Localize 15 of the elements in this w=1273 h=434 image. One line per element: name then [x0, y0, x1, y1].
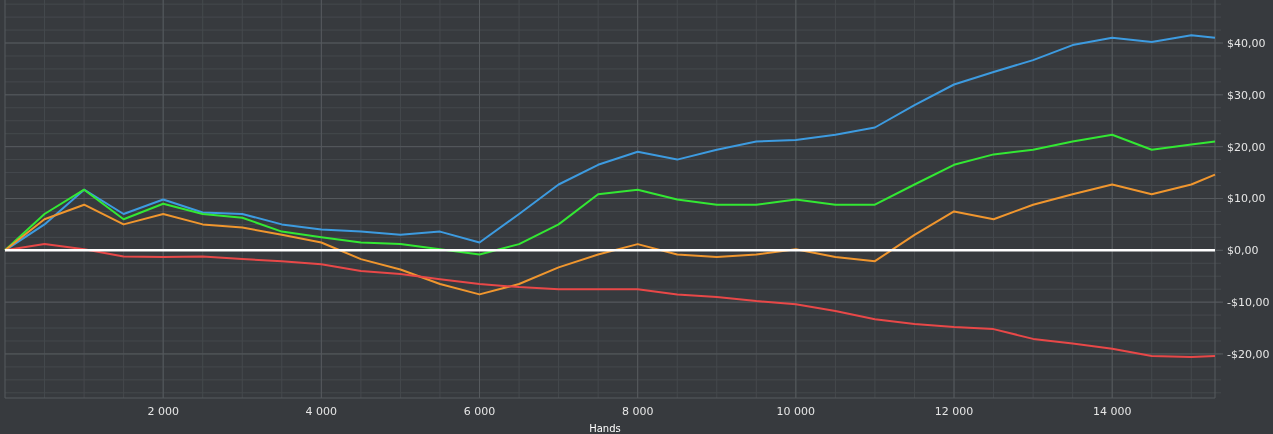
- x-tick-label: 8 000: [621, 405, 654, 418]
- x-tick-label: 2 000: [147, 405, 179, 418]
- y-tick-label: -$20,00: [1227, 347, 1270, 361]
- y-tick-label: $40,00: [1227, 37, 1266, 50]
- x-tick-label: 6 000: [463, 405, 496, 418]
- x-tick-label: 10 000: [776, 405, 816, 418]
- y-tick-label: $10,00: [1227, 192, 1266, 206]
- x-axis-title: Hands: [589, 423, 621, 434]
- x-tick-label: 4 000: [305, 405, 338, 418]
- y-tick-label: $30,00: [1227, 88, 1266, 102]
- y-tick-label: $0,00: [1227, 244, 1259, 258]
- y-tick-label: -$10,00: [1227, 296, 1270, 310]
- x-tick-label: 12 000: [934, 405, 974, 418]
- x-tick-label: 14 000: [1092, 405, 1132, 418]
- y-tick-label: $20,00: [1227, 140, 1266, 154]
